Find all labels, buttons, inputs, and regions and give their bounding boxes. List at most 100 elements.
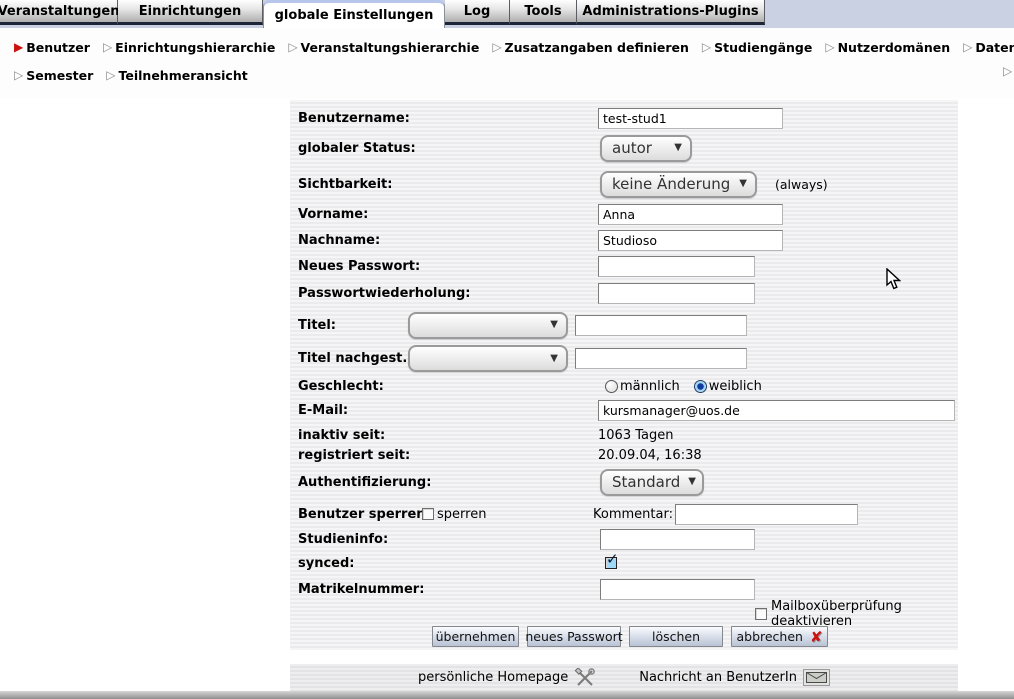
nav-arrow-icon-clipped: ▷ <box>1003 64 1012 78</box>
nav-item-studiengaenge[interactable]: ▷ Studiengänge <box>702 40 812 55</box>
nav-item-label: Semester <box>26 68 93 83</box>
nav-item-label: Veranstaltungshierarchie <box>301 40 480 55</box>
homepage-link-label: persönliche Homepage <box>418 670 568 685</box>
mailbox-checkbox[interactable] <box>755 608 767 620</box>
nav-item-einrichtungshierarchie[interactable]: ▷ Einrichtungshierarchie <box>103 40 275 55</box>
sichtbarkeit-select[interactable]: keine Änderung ▼ <box>600 171 757 198</box>
nav-arrow-icon: ▷ <box>963 41 972 53</box>
row-vorname: Vorname: <box>290 202 958 227</box>
button-label: neues Passwort <box>525 629 622 644</box>
matrikelnummer-label: Matrikelnummer: <box>298 582 424 597</box>
neues-passwort-button[interactable]: neues Passwort <box>527 626 621 647</box>
nav-item-veranstaltungshierarchie[interactable]: ▷ Veranstaltungshierarchie <box>288 40 479 55</box>
admin-subnav: ▶ Benutzer ▷ Einrichtungshierarchie ▷ Ve… <box>0 28 1014 98</box>
row-nachname: Nachname: <box>290 228 958 253</box>
nav-arrow-icon: ▷ <box>103 41 112 53</box>
sichtbarkeit-label: Sichtbarkeit: <box>298 177 392 192</box>
row-studieninfo: Studieninfo: <box>290 527 958 551</box>
tab-globale-einstellungen[interactable]: globale Einstellungen <box>263 0 445 28</box>
row-email: E-Mail: <box>290 398 958 423</box>
radio-maennlich[interactable]: männlich <box>605 379 680 394</box>
loeschen-button[interactable]: löschen <box>629 626 723 647</box>
nav-item-label: Zusatzangaben definieren <box>505 40 689 55</box>
bottom-divider-strip <box>0 691 1014 699</box>
row-titel: Titel: ▼ <box>290 309 958 341</box>
kommentar-input[interactable] <box>675 504 858 525</box>
chevron-down-icon: ▼ <box>550 319 558 330</box>
globaler-status-label: globaler Status: <box>298 141 416 156</box>
abbrechen-button[interactable]: abbrechen ✘ <box>731 626 828 647</box>
tab-veranstaltungen[interactable]: Veranstaltungen <box>0 0 118 25</box>
row-buttons: übernehmen neues Passwort löschen abbrec… <box>290 625 958 648</box>
synced-checkbox[interactable]: ✓ <box>605 557 617 569</box>
authentifizierung-select[interactable]: Standard ▼ <box>600 469 704 496</box>
radio-weiblich[interactable]: weiblich <box>694 379 762 394</box>
footer-bar: persönliche Homepage Nachricht an Benutz… <box>290 664 958 691</box>
nav-arrow-icon: ▷ <box>825 41 834 53</box>
radio-checked-icon <box>694 380 707 393</box>
titel-nachgestellt-select[interactable]: ▼ <box>408 345 568 372</box>
studieninfo-label: Studieninfo: <box>298 532 388 547</box>
titel-select[interactable]: ▼ <box>408 312 568 339</box>
synced-label: synced: <box>298 556 355 571</box>
tab-tools[interactable]: Tools <box>510 0 577 25</box>
tab-einrichtungen[interactable]: Einrichtungen <box>118 0 263 25</box>
row-registriert-seit: registriert seit: 20.09.04, 16:38 <box>290 446 958 464</box>
nav-item-benutzer[interactable]: ▶ Benutzer <box>14 40 90 55</box>
button-label: übernehmen <box>436 629 516 644</box>
red-x-icon: ✘ <box>810 628 823 646</box>
benutzer-sperren-label: Benutzer sperren: <box>298 507 431 522</box>
kommentar-label: Kommentar: <box>593 507 673 522</box>
neues-passwort-label: Neues Passwort: <box>298 259 420 274</box>
row-inaktiv-seit: inaktiv seit: 1063 Tagen <box>290 426 958 444</box>
registriert-seit-label: registriert seit: <box>298 448 410 463</box>
nav-item-zusatzangaben[interactable]: ▷ Zusatzangaben definieren <box>492 40 689 55</box>
row-benutzername: Benutzername: <box>290 106 958 130</box>
matrikelnummer-input[interactable] <box>600 579 755 600</box>
row-sichtbarkeit: Sichtbarkeit: keine Änderung ▼ (always) <box>290 167 958 201</box>
radio-icon <box>605 380 618 393</box>
nav-item-label: Benutzer <box>26 40 90 55</box>
nav-item-datenfelder[interactable]: ▷ Datenfelder <box>963 40 1014 55</box>
nav-arrow-icon: ▷ <box>288 41 297 53</box>
nav-item-nutzerdomaenen[interactable]: ▷ Nutzerdomänen <box>825 40 950 55</box>
studieninfo-input[interactable] <box>600 529 755 550</box>
tab-administrations-plugins[interactable]: Administrations-Plugins <box>577 0 765 25</box>
benutzername-input[interactable] <box>598 108 783 129</box>
tab-bar: Veranstaltungen Einrichtungen globale Ei… <box>0 0 1014 28</box>
radio-weiblich-label: weiblich <box>709 379 762 394</box>
uebernehmen-button[interactable]: übernehmen <box>432 626 519 647</box>
nav-arrow-icon: ▷ <box>106 69 115 81</box>
select-value: Standard <box>612 473 680 491</box>
message-link[interactable]: Nachricht an BenutzerIn <box>639 669 830 686</box>
vorname-input[interactable] <box>598 204 783 225</box>
homepage-link[interactable]: persönliche Homepage <box>418 668 596 688</box>
nav-arrow-icon: ▷ <box>702 41 711 53</box>
chevron-down-icon: ▼ <box>739 178 747 189</box>
sperren-checkbox[interactable] <box>422 508 434 520</box>
subnav-row-2: ▷ Semester ▷ Teilnehmeransicht <box>0 61 1014 89</box>
mailbox-checkbox-label: Mailboxüberprüfung deaktivieren <box>771 599 958 629</box>
globaler-status-select[interactable]: autor ▼ <box>600 135 692 162</box>
email-input[interactable] <box>598 400 955 421</box>
nav-item-semester[interactable]: ▷ Semester <box>14 68 93 83</box>
nav-item-teilnehmeransicht[interactable]: ▷ Teilnehmeransicht <box>106 68 247 83</box>
passwortwiederholung-input[interactable] <box>598 283 755 304</box>
nav-arrow-icon: ▷ <box>14 69 23 81</box>
titel-nachgestellt-input[interactable] <box>575 348 747 369</box>
tab-strip: Veranstaltungen Einrichtungen globale Ei… <box>0 0 765 28</box>
subnav-row-1: ▶ Benutzer ▷ Einrichtungshierarchie ▷ Ve… <box>0 33 1014 61</box>
registriert-seit-value: 20.09.04, 16:38 <box>598 448 702 463</box>
row-authentifizierung: Authentifizierung: Standard ▼ <box>290 466 958 498</box>
envelope-icon <box>803 669 830 686</box>
neues-passwort-input[interactable] <box>598 256 755 277</box>
row-geschlecht: Geschlecht: männlich weiblich <box>290 376 958 397</box>
sperren-checkbox-label: sperren <box>437 507 486 522</box>
inaktiv-seit-label: inaktiv seit: <box>298 428 385 443</box>
tab-log[interactable]: Log <box>445 0 510 25</box>
titel-input[interactable] <box>575 315 747 336</box>
checkmark-icon: ✓ <box>606 552 619 567</box>
nachname-input[interactable] <box>598 230 783 251</box>
nav-arrow-active-icon: ▶ <box>14 41 23 53</box>
nav-item-label: Datenfelder <box>975 40 1014 55</box>
